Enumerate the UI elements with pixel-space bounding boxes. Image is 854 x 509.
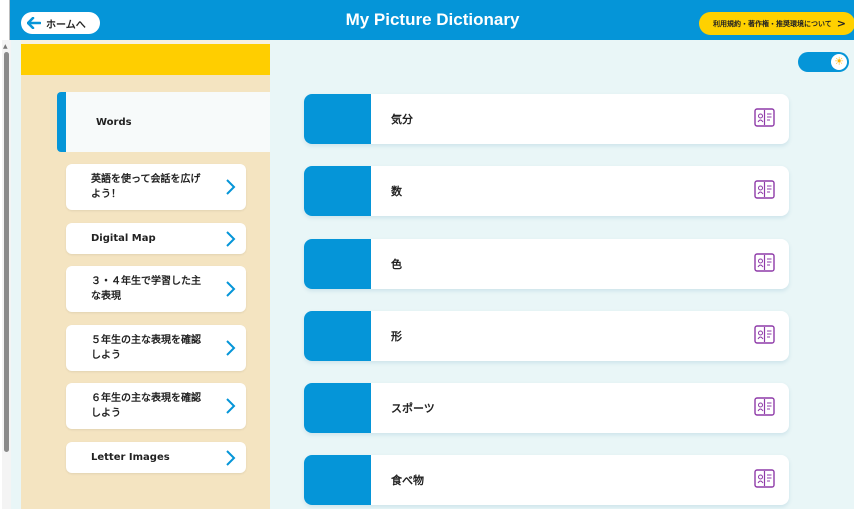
book-icon[interactable]	[754, 107, 775, 128]
sidebar-item-label: Letter Images	[91, 452, 170, 463]
vertical-scrollbar[interactable]: ▲	[2, 40, 11, 509]
sidebar-item-label: Digital Map	[91, 233, 156, 244]
scrollbar-thumb[interactable]	[4, 52, 9, 452]
sidebar-item-letter-images[interactable]: Letter Images	[66, 442, 246, 473]
sidebar-item-conversation[interactable]: 英語を使って会話を広げ よう！	[66, 164, 246, 210]
chevron-right-icon	[226, 340, 236, 356]
word-card-image-area	[304, 94, 371, 144]
chevron-right-icon	[226, 281, 236, 297]
theme-toggle[interactable]: ☀	[798, 52, 849, 72]
word-card-image-area	[304, 239, 371, 289]
sun-icon: ☀	[831, 54, 847, 70]
sidebar-item-label: ５年生の主な表現を確認 しよう	[91, 335, 201, 361]
word-card-sports[interactable]: スポーツ	[304, 383, 789, 433]
word-card-image-area	[304, 311, 371, 361]
sidebar-item-label: ６年生の主な表現を確認 しよう	[91, 393, 201, 419]
sidebar-item-digital-map[interactable]: Digital Map	[66, 223, 246, 254]
word-card-feelings[interactable]: 気分	[304, 94, 789, 144]
sidebar-item-grade5-expressions[interactable]: ５年生の主な表現を確認 しよう	[66, 325, 246, 371]
word-card-image-area	[304, 166, 371, 216]
sidebar-accent-band	[21, 44, 270, 75]
word-card-shapes[interactable]: 形	[304, 311, 789, 361]
chevron-right-icon	[226, 179, 236, 195]
book-icon[interactable]	[754, 324, 775, 345]
sidebar-item-label: Words	[96, 116, 132, 128]
chevron-right-icon	[226, 398, 236, 414]
word-card-label: 気分	[391, 113, 413, 126]
chevron-right-icon: >	[836, 17, 846, 30]
scroll-up-arrow-icon[interactable]: ▲	[3, 43, 8, 50]
sidebar-header-area	[21, 40, 270, 75]
word-card-food[interactable]: 食べ物	[304, 455, 789, 505]
header-bar: ホームへ My Picture Dictionary 利用規約・著作権・推奨環境…	[10, 0, 854, 40]
app-window: ホームへ My Picture Dictionary 利用規約・著作権・推奨環境…	[9, 0, 854, 509]
word-card-image-area	[304, 455, 371, 505]
chevron-right-icon	[226, 449, 236, 466]
sidebar-item-label: 英語を使って会話を広げ よう！	[91, 174, 201, 200]
sidebar-item-words[interactable]: Words	[57, 92, 270, 152]
word-card-numbers[interactable]: 数	[304, 166, 789, 216]
book-icon[interactable]	[754, 252, 775, 273]
word-card-colors[interactable]: 色	[304, 239, 789, 289]
chevron-right-icon	[226, 230, 236, 247]
terms-button-label: 利用規約・著作権・推奨環境について	[713, 19, 832, 28]
sidebar-item-grade6-expressions[interactable]: ６年生の主な表現を確認 しよう	[66, 383, 246, 429]
word-card-label: 食べ物	[391, 474, 424, 487]
word-card-image-area	[304, 383, 371, 433]
word-card-label: 色	[391, 258, 402, 271]
sidebar-item-label: ３・４年生で学習した主 な表現	[91, 276, 201, 302]
book-icon[interactable]	[754, 179, 775, 200]
word-card-label: 形	[391, 330, 402, 343]
book-icon[interactable]	[754, 396, 775, 417]
sidebar-item-grade34-expressions[interactable]: ３・４年生で学習した主 な表現	[66, 266, 246, 312]
sidebar: Words 英語を使って会話を広げ よう！ Digital Map ３・４年生で学…	[21, 40, 270, 509]
book-icon[interactable]	[754, 468, 775, 489]
terms-button[interactable]: 利用規約・著作権・推奨環境について >	[699, 12, 854, 35]
word-card-label: スポーツ	[391, 402, 435, 415]
word-card-label: 数	[391, 185, 402, 198]
